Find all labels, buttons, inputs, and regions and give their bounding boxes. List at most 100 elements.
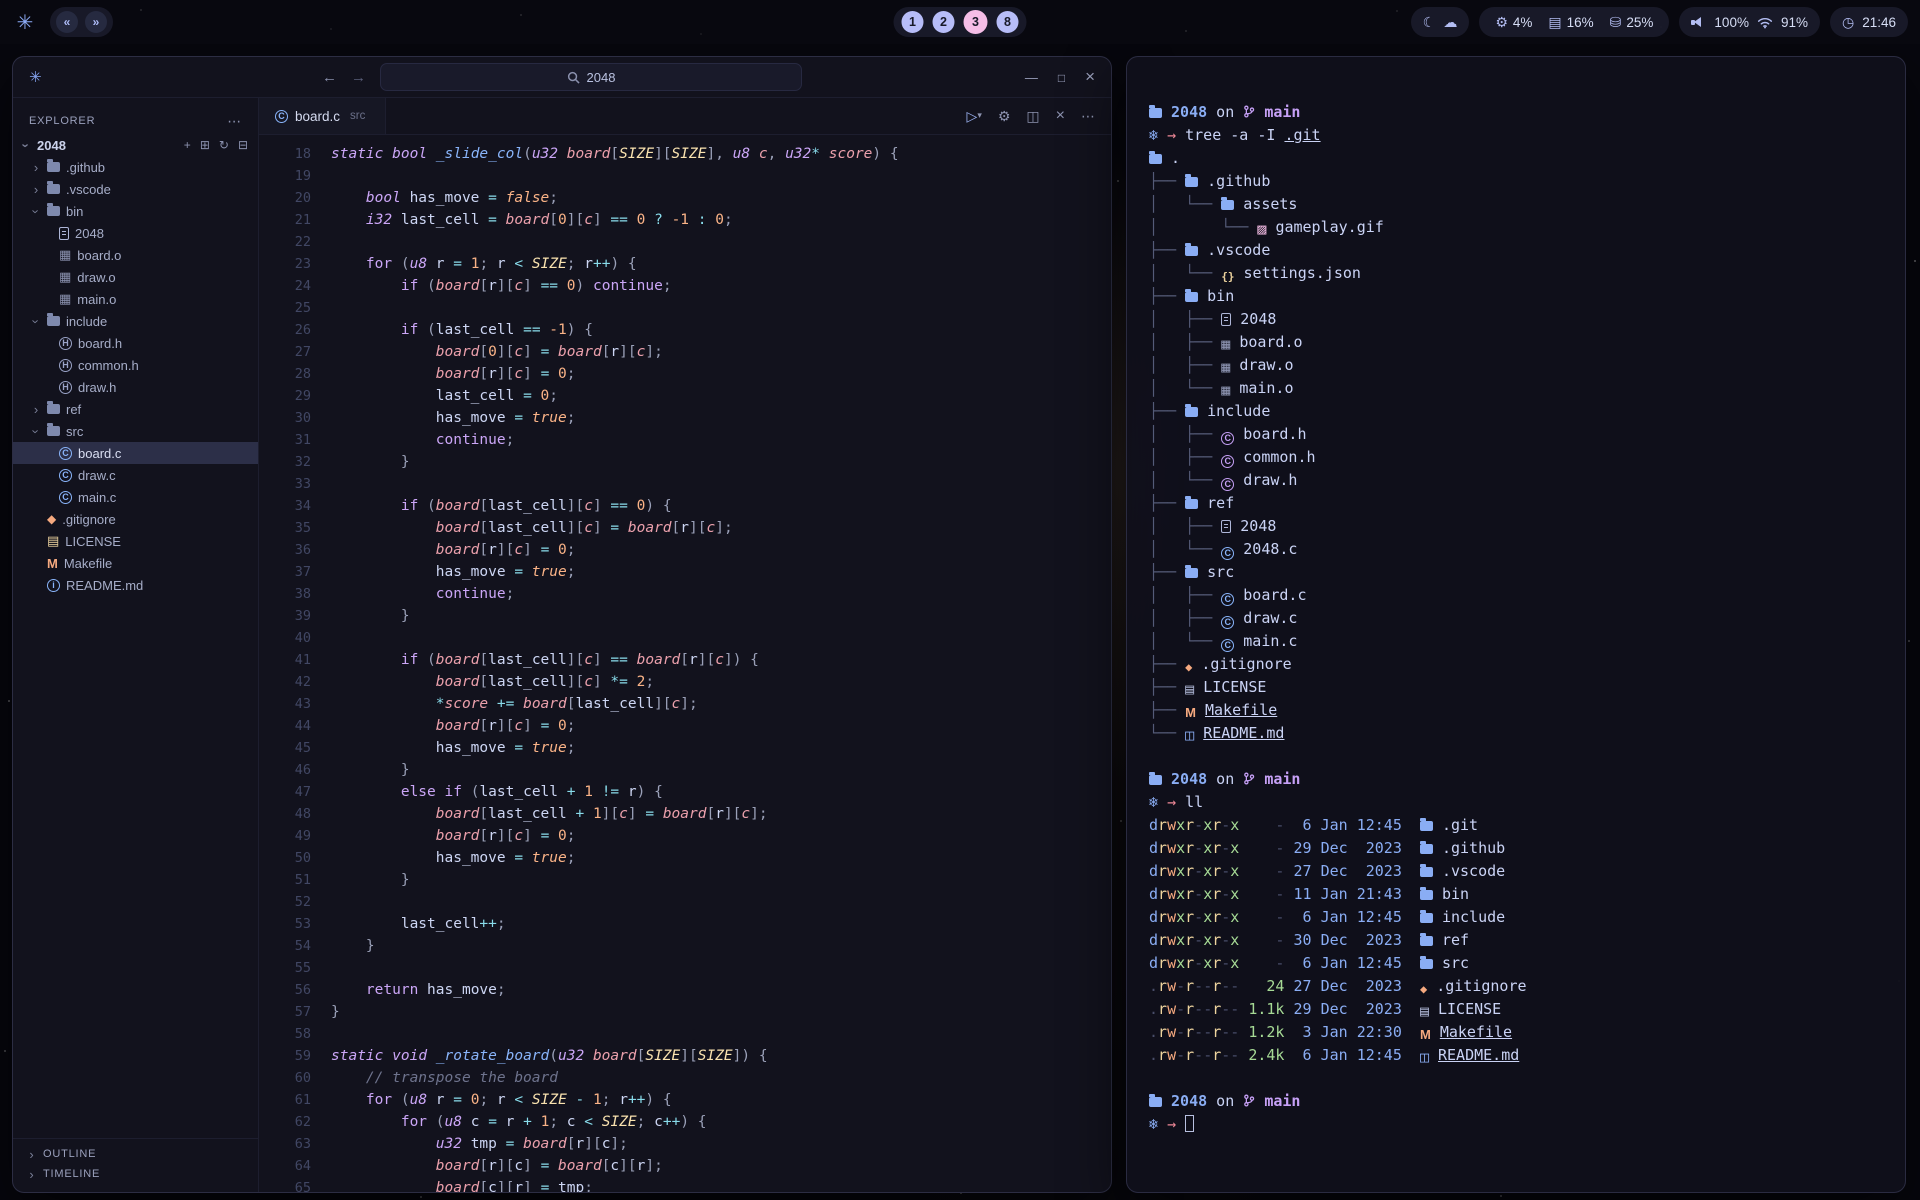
close-editor-icon[interactable]: [1056, 107, 1065, 125]
explorer-item-src[interactable]: src: [13, 420, 258, 442]
object-file-icon: ▦: [1221, 356, 1230, 379]
code-text: *score += board[last_cell][c];: [331, 696, 698, 712]
split-editor-icon[interactable]: [1026, 108, 1039, 125]
terminal-cursor[interactable]: [1185, 1115, 1194, 1132]
explorer-item-main.c[interactable]: main.c: [13, 486, 258, 508]
tab-file-name: board.c: [295, 109, 340, 124]
explorer-more-icon[interactable]: [227, 113, 242, 130]
snowflake-prompt-icon: ❄: [1149, 126, 1158, 144]
explorer-item-.vscode[interactable]: .vscode: [13, 178, 258, 200]
workspace-8[interactable]: 8: [997, 11, 1019, 33]
line-number: 40: [259, 627, 331, 649]
refresh-icon[interactable]: [219, 138, 229, 152]
minimize-button[interactable]: [1025, 70, 1038, 85]
explorer-item-draw.c[interactable]: draw.c: [13, 464, 258, 486]
tree-connector: │ ├──: [1149, 586, 1221, 604]
settings-gear-icon[interactable]: [998, 108, 1011, 125]
editor-titlebar[interactable]: 2048: [13, 57, 1111, 98]
explorer-item-ref[interactable]: ref: [13, 398, 258, 420]
terminal-window[interactable]: 2048 on main❄ → tree -a -I .git .├── .gi…: [1126, 56, 1906, 1193]
explorer-item-Makefile[interactable]: MMakefile: [13, 552, 258, 574]
timeline-section[interactable]: TIMELINE: [13, 1164, 258, 1184]
explorer-item-LICENSE[interactable]: ▤LICENSE: [13, 530, 258, 552]
tab-board-c[interactable]: board.c src: [259, 98, 386, 134]
entry-name: LICENSE: [1438, 1000, 1501, 1018]
media-previous-button[interactable]: [56, 11, 78, 33]
folder-icon: [1420, 959, 1433, 969]
entry-name: draw.h: [1243, 471, 1297, 489]
nav-back-icon[interactable]: [322, 69, 337, 86]
run-button[interactable]: [967, 108, 982, 125]
git-branch-icon: [1243, 103, 1255, 126]
clock-widget[interactable]: 21:46: [1830, 7, 1908, 37]
terminal-line: │ ├── board.h: [1149, 423, 1883, 446]
terminal-line: │ ├── ▦ board.o: [1149, 331, 1883, 354]
folder-icon: [47, 426, 60, 436]
outline-section[interactable]: OUTLINE: [13, 1144, 258, 1164]
terminal-line: .: [1149, 147, 1883, 170]
new-folder-icon[interactable]: [200, 138, 210, 152]
folder-icon: [47, 162, 60, 172]
explorer-item-draw.h[interactable]: draw.h: [13, 376, 258, 398]
explorer-item-board.c[interactable]: board.c: [13, 442, 258, 464]
nav-forward-icon[interactable]: [351, 69, 366, 86]
entry-name: src: [1442, 954, 1469, 972]
terminal-line: ❄ → ll: [1149, 791, 1883, 814]
line-number: 19: [259, 165, 331, 187]
file-label: common.h: [78, 358, 139, 373]
folder-icon: [47, 404, 60, 414]
permissions: drwxr-xr-x: [1149, 931, 1239, 949]
code-line: 43 *score += board[last_cell][c];: [259, 693, 1111, 715]
entry-name: .vscode: [1207, 241, 1270, 259]
explorer-item-bin[interactable]: bin: [13, 200, 258, 222]
chevron-icon: [31, 403, 41, 416]
explorer-item-board.o[interactable]: ▦board.o: [13, 244, 258, 266]
explorer-root-folder[interactable]: 2048: [13, 134, 258, 156]
terminal-line: 2048 on main: [1149, 1090, 1883, 1113]
explorer-item-main.o[interactable]: ▦main.o: [13, 288, 258, 310]
workspace-3[interactable]: 3: [964, 10, 988, 34]
makefile-icon: M: [47, 556, 58, 571]
workspace-2[interactable]: 2: [933, 11, 955, 33]
explorer-item-include[interactable]: include: [13, 310, 258, 332]
command-text: tree -a -I: [1185, 126, 1284, 144]
close-button[interactable]: [1085, 67, 1095, 87]
explorer-item-.github[interactable]: .github: [13, 156, 258, 178]
command-center-search[interactable]: 2048: [380, 63, 802, 91]
collapse-all-icon[interactable]: [238, 138, 248, 152]
current-directory: 2048: [1171, 770, 1207, 788]
more-actions-icon[interactable]: [1081, 108, 1095, 125]
code-editor[interactable]: 18static bool _slide_col(u32 board[SIZE]…: [259, 135, 1111, 1192]
media-next-button[interactable]: [85, 11, 107, 33]
explorer-item-README.md[interactable]: README.md: [13, 574, 258, 596]
explorer-item-draw.o[interactable]: ▦draw.o: [13, 266, 258, 288]
audio-network-widget[interactable]: 100% 91%: [1679, 7, 1820, 37]
explorer-item-board.h[interactable]: board.h: [13, 332, 258, 354]
file-label: board.o: [77, 248, 121, 263]
code-line: 62 for (u8 c = r + 1; c < SIZE; c++) {: [259, 1111, 1111, 1133]
permissions: .rw-r--r--: [1149, 977, 1239, 995]
line-number: 21: [259, 209, 331, 231]
explorer-item-common.h[interactable]: common.h: [13, 354, 258, 376]
terminal-line: drwxr-xr-x - 6 Jan 12:45 include: [1149, 906, 1883, 929]
weather-widget[interactable]: [1411, 7, 1470, 37]
file-label: .github: [66, 160, 105, 175]
maximize-button[interactable]: [1058, 70, 1065, 85]
command-text: ll: [1185, 793, 1203, 811]
chevron-icon: [31, 205, 41, 218]
folder-icon: [1185, 499, 1198, 509]
launcher-icon[interactable]: [12, 10, 38, 35]
terminal-line: drwxr-xr-x - 27 Dec 2023 .vscode: [1149, 860, 1883, 883]
line-number: 48: [259, 803, 331, 825]
workspace-1[interactable]: 1: [902, 11, 924, 33]
explorer-item-2048[interactable]: 2048: [13, 222, 258, 244]
code-line: 44 board[r][c] = 0;: [259, 715, 1111, 737]
terminal-line: [1149, 745, 1883, 768]
line-number: 54: [259, 935, 331, 957]
explorer-item-.gitignore[interactable]: ◆.gitignore: [13, 508, 258, 530]
tree-connector: │ └──: [1149, 264, 1221, 282]
object-file-icon: ▦: [59, 269, 71, 285]
new-file-icon[interactable]: [184, 138, 191, 152]
system-stats-widget[interactable]: 4%16%25%: [1479, 7, 1669, 37]
entry-name: README.md: [1203, 724, 1284, 742]
